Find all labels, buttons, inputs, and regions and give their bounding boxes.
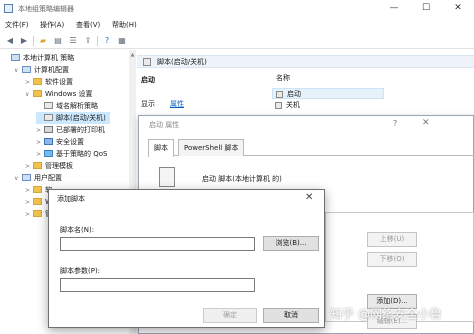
tree-node-label: 域名解析策略 [56,102,98,110]
pc-icon [11,54,20,61]
export-icon[interactable]: ⇪ [82,35,94,47]
script-icon [275,102,282,109]
tree-node-label: 软件设置 [45,78,73,86]
tree-node-label: 已部署的打印机 [56,126,105,134]
help-icon[interactable]: ? [101,35,113,47]
tree-node[interactable]: > 基于策略的 QoS [36,148,107,160]
script-icon [143,58,151,66]
forward-icon[interactable]: ▶ [18,35,30,47]
chevron-down-icon[interactable]: ∨ [25,89,33,101]
tree-node[interactable]: ∨ 计算机配置 [14,64,69,76]
script-params-label: 脚本参数(P): [60,267,101,275]
pc-icon [22,66,31,73]
maximize-button[interactable]: ☐ [410,0,442,17]
tree-node-label: 本地计算机 策略 [23,54,75,62]
scroll-up-icon[interactable]: ▲ [129,52,136,58]
folder-icon [33,210,42,217]
tree-node-label: Windows 设置 [45,90,93,98]
close-icon[interactable]: ✕ [305,192,313,203]
close-button[interactable]: ✕ [442,0,474,17]
menu-view[interactable]: 查看(V) [76,20,100,30]
menu-file[interactable]: 文件(F) [5,20,29,30]
script-icon [44,102,53,109]
chevron-down-icon[interactable]: ∨ [14,65,22,77]
add-script-dialog: 添加脚本 ✕ 脚本名(N): 浏览(B)... 脚本参数(P): 确定 取消 [48,189,325,328]
shield-icon [44,138,53,145]
pane-header: 脚本(启动/关机) [137,55,474,68]
toolbar: ◀ ▶ ▰ ▤ ☰ ⇪ ? ▦ [0,33,474,49]
window-title: 本地组策略编辑器 [18,5,74,13]
tree-node-label: 计算机配置 [34,66,69,74]
script-name-input[interactable] [60,237,255,251]
column-header-name[interactable]: 名称 [276,73,290,83]
tab-powershell-scripts[interactable]: PowerShell 脚本 [178,139,245,156]
close-icon[interactable]: ✕ [422,118,430,128]
toolbar-separator [33,36,34,46]
list-item[interactable]: 启动 [272,88,384,99]
chart-icon [44,150,53,157]
folder-icon [33,78,42,85]
script-params-input[interactable] [60,278,255,292]
browse-button[interactable]: 浏览(B)... [263,236,319,251]
tree-node[interactable]: 脚本(启动/关机) [36,112,110,124]
menu-action[interactable]: 操作(A) [40,20,64,30]
dialog-title: 启动 属性 [149,121,180,129]
back-icon[interactable]: ◀ [4,35,16,47]
tree-node-label: 安全设置 [56,138,84,146]
minimize-button[interactable]: — [378,0,410,17]
list-icon[interactable]: ☰ [67,35,79,47]
tree-node[interactable]: > 软件设置 [25,76,73,88]
tree-node[interactable]: ∨ Windows 设置 [25,88,92,100]
list-item-label: 关机 [286,101,300,109]
help-icon[interactable]: ? [393,119,397,128]
pc-icon [22,174,31,181]
tab-scripts[interactable]: 脚本 [148,139,174,157]
tree-node-label: 脚本(启动/关机) [56,114,106,122]
tree-node[interactable]: 本地计算机 策略 [3,52,74,64]
tree-node[interactable]: > 管理模板 [25,160,73,172]
menu-bar: 文件(F) 操作(A) 查看(V) 帮助(H) [0,17,474,33]
list-item[interactable]: 关机 [272,100,384,111]
dialog-title: 添加脚本 [57,195,85,203]
show-tree-icon[interactable]: ▤ [52,35,64,47]
tree-node-label: 用户配置 [34,174,62,182]
tree-node[interactable]: > 安全设置 [36,136,84,148]
tree-node[interactable]: > 已部署的打印机 [36,124,105,136]
toolbar-separator [97,36,98,46]
menu-help[interactable]: 帮助(H) [112,20,137,30]
cancel-button[interactable]: 取消 [263,308,319,323]
printer-icon [44,126,53,133]
script-heading: 启动 脚本(本地计算机 的) [202,175,282,183]
tree-node[interactable]: 域名解析策略 [36,100,98,112]
script-icon [276,91,283,98]
folder-icon [33,162,42,169]
tree-node-label: 管理模板 [45,162,73,170]
ok-button[interactable]: 确定 [203,308,257,323]
section-title: 启动 [141,76,155,84]
folder-up-icon[interactable]: ▰ [37,35,49,47]
script-name-label: 脚本名(N): [60,226,95,234]
properties-icon[interactable]: ▦ [116,35,128,47]
chevron-down-icon[interactable]: ∨ [14,173,22,185]
move-down-button[interactable]: 下移(O) [367,252,417,267]
folder-icon [33,198,42,205]
tree-node-label: 基于策略的 QoS [56,150,108,158]
script-icon [44,114,53,121]
script-document-icon [159,167,175,187]
chevron-right-icon[interactable]: > [25,209,33,221]
move-up-button[interactable]: 上移(U) [367,232,417,247]
tab-strip: 脚本 PowerShell 脚本 [148,139,474,157]
pane-header-title: 脚本(启动/关机) [157,58,207,66]
folder-icon [33,186,42,193]
folder-icon [33,90,42,97]
policy-editor-icon [4,4,13,13]
display-label: 显示 [141,100,155,108]
properties-link[interactable]: 属性 [170,99,184,109]
watermark: 知乎 @网络安全小鲁 [330,307,442,321]
list-item-label: 启动 [287,90,301,98]
tree-node[interactable]: ∨ 用户配置 [14,172,62,184]
title-bar: 本地组策略编辑器 — ☐ ✕ [0,0,474,17]
